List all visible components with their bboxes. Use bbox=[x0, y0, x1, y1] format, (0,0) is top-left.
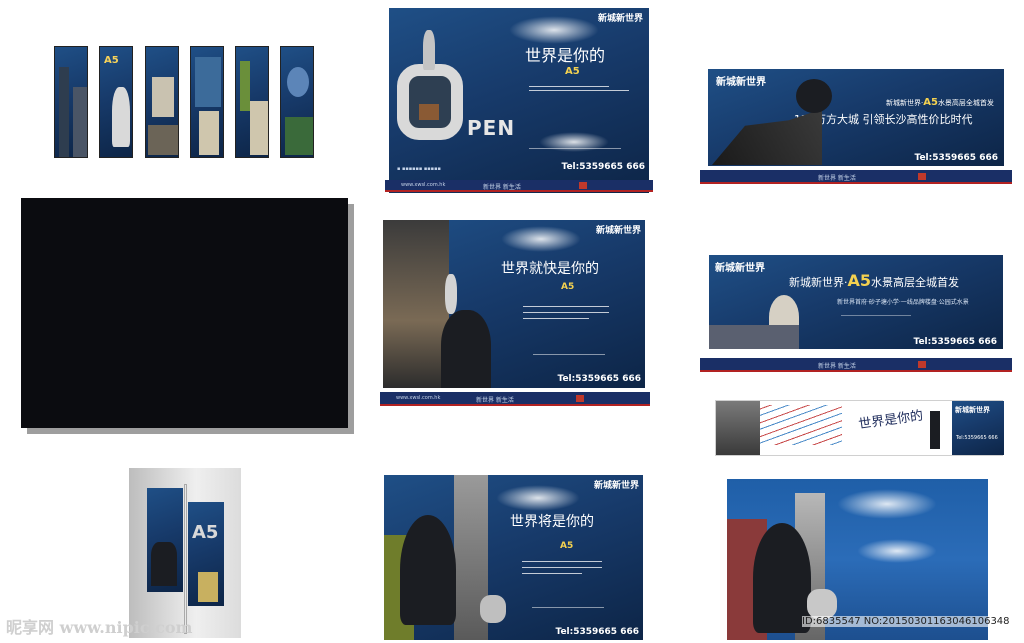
ad-world-soon-yours: 新城新世界 世界就快是你的 A5 Tel:5359665 666 bbox=[383, 220, 645, 388]
figure-silhouette bbox=[807, 589, 837, 619]
brand-logo: 新城新世界 bbox=[715, 263, 765, 274]
banner-badge: A5 bbox=[923, 97, 938, 108]
watermark-left: 昵享网 www.nipic.com bbox=[6, 614, 193, 638]
ad-slogan: 新世界 新生活 bbox=[483, 184, 521, 191]
ad-badge: A5 bbox=[565, 66, 580, 77]
city-photo bbox=[716, 401, 760, 455]
brand-logo: 新城新世界 bbox=[597, 14, 643, 24]
cat-silhouette bbox=[441, 310, 491, 388]
pole bbox=[184, 484, 187, 634]
ad-headline: 世界就快是你的 bbox=[501, 261, 599, 277]
open-word: PEN bbox=[467, 116, 516, 140]
banner-strip-5 bbox=[235, 46, 269, 158]
lines-art bbox=[752, 405, 842, 445]
banner-tel: Tel:5359665 666 bbox=[956, 435, 998, 441]
ad-tel: Tel:5359665 666 bbox=[555, 627, 640, 637]
ad-fineprint: ▪ ▪▪▪▪▪▪ ▪▪▪▪▪ bbox=[397, 166, 441, 172]
ad-slogan: 新世界 新生活 bbox=[476, 397, 514, 404]
brand-logo: 新城新世界 bbox=[593, 481, 639, 491]
pole-banner-right: A5 bbox=[188, 502, 224, 606]
blank-board bbox=[21, 198, 348, 428]
building-silhouette bbox=[712, 109, 822, 165]
ad-world-will-be-yours: 新城新世界 世界将是你的 A5 Tel:5359665 666 bbox=[384, 475, 643, 640]
ad-headline: 世界是你的 bbox=[525, 46, 606, 65]
pole-banner-mockup: A5 bbox=[129, 468, 241, 638]
banner-tel: Tel:5359665 666 bbox=[914, 153, 999, 163]
banner-strip-2: A5 bbox=[99, 46, 133, 158]
banner-line2: 新世界首府·砂子塘小学·一线品牌楼盘·公园式水景 bbox=[837, 299, 969, 306]
banner-slogan: 新世界 新生活 bbox=[818, 175, 856, 182]
ad-badge: A5 bbox=[561, 282, 575, 292]
banner-tel: Tel:5359665 666 bbox=[913, 337, 998, 347]
ad-tel: Tel:5359665 666 bbox=[561, 162, 646, 172]
brand-mark-icon bbox=[918, 173, 926, 180]
pole-banner-left bbox=[147, 488, 183, 592]
ad-footer-bar: www.xwsl.com.hk 新世界 新生活 bbox=[385, 180, 653, 192]
banner-line1: 新城新世界·A5水景高层全城首发 bbox=[789, 271, 959, 290]
banner-line1-tail: 水景高层全城首发 bbox=[871, 276, 960, 289]
pole-badge: A5 bbox=[192, 522, 219, 543]
watermark-right: ID:6835547 NO:20150301163046106348 bbox=[802, 616, 1010, 627]
brand-mark-icon bbox=[579, 182, 587, 189]
banner-footer-bar: 新世界 新生活 bbox=[700, 358, 1012, 372]
banner-line1-text: 新城新世界· bbox=[886, 99, 924, 107]
bridge-photo bbox=[709, 325, 799, 349]
brand-mark-icon bbox=[576, 395, 584, 402]
banner-badge: A5 bbox=[847, 271, 872, 290]
banner-line1-tail: 水景高层全城首发 bbox=[937, 99, 994, 107]
ad-headline: 世界将是你的 bbox=[510, 514, 594, 530]
brand-logo: 新城新世界 bbox=[595, 226, 641, 236]
banner-strip-6 bbox=[280, 46, 314, 158]
ad-world-is-yours: 新城新世界 世界是你的 A5 PEN Tel:5359665 666 ▪ ▪▪▪… bbox=[389, 8, 649, 193]
figure-silhouette bbox=[930, 411, 940, 449]
strip-badge: A5 bbox=[104, 55, 119, 66]
ad-url: www.xwsl.com.hk bbox=[396, 395, 441, 401]
cat-silhouette bbox=[400, 515, 456, 625]
figure-silhouette bbox=[480, 595, 506, 623]
brand-logo: 新城新世界 bbox=[716, 77, 766, 88]
brand-logo: 新城新世界 bbox=[955, 406, 990, 414]
cat-head-silhouette bbox=[796, 79, 832, 113]
rabbit-silhouette bbox=[423, 30, 435, 70]
watermark-left-text: 昵享网 www.nipic.com bbox=[6, 618, 193, 637]
ad-tel: Tel:5359665 666 bbox=[557, 374, 642, 384]
brand-mark-icon bbox=[918, 361, 926, 368]
figure-silhouette bbox=[445, 274, 457, 314]
banner-strip-3 bbox=[145, 46, 179, 158]
banner-white: 世界是你的 新城新世界 Tel:5359665 666 bbox=[715, 400, 1004, 456]
open-o-frame bbox=[397, 64, 463, 140]
banner-waterscape: 新城新世界 新城新世界·A5水景高层全城首发 新世界首府·砂子塘小学·一线品牌楼… bbox=[709, 255, 1003, 349]
banner-script: 世界是你的 bbox=[857, 408, 925, 433]
banner-line1-text: 新城新世界· bbox=[789, 276, 848, 289]
banner-120: 新城新世界 新城新世界·A5水景高层全城首发 120万方大城 引领长沙高性价比时… bbox=[708, 69, 1004, 166]
banner-strip-4 bbox=[190, 46, 224, 158]
banner-slogan: 新世界 新生活 bbox=[818, 363, 856, 370]
banner-card: 新城新世界 Tel:5359665 666 bbox=[952, 401, 1004, 455]
banner-strip-1 bbox=[54, 46, 88, 158]
banner-footer-bar: 新世界 新生活 bbox=[700, 170, 1012, 184]
ad-footer-bar: www.xwsl.com.hk 新世界 新生活 bbox=[380, 392, 650, 406]
banner-line1: 新城新世界·A5水景高层全城首发 bbox=[886, 97, 994, 108]
building-photo bbox=[383, 220, 449, 388]
ad-url: www.xwsl.com.hk bbox=[401, 182, 446, 188]
ad-badge: A5 bbox=[560, 541, 574, 551]
chair-icon bbox=[419, 104, 439, 120]
